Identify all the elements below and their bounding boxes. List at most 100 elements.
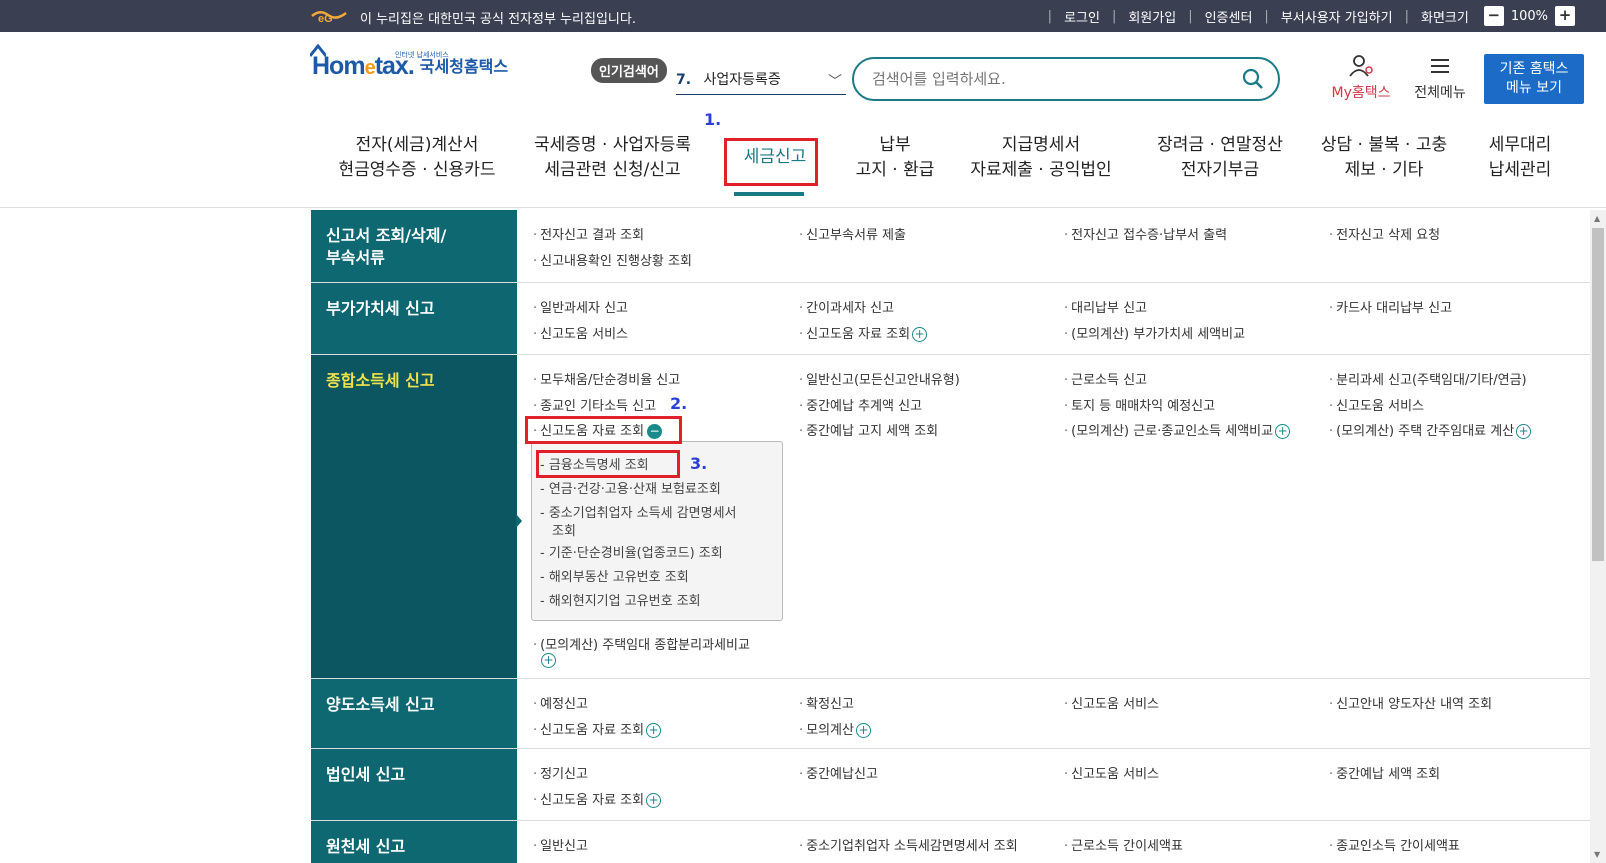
section-row: 원천세 신고 일반신고 중소기업취업자 소득세감면명세서 조회 근로소득 간이세… xyxy=(311,821,1590,863)
menu-item[interactable]: 신고도움 서비스 xyxy=(1064,693,1159,712)
search-input[interactable] xyxy=(872,70,1232,88)
logo-text-e: e xyxy=(364,57,376,79)
annotation-1: 1. xyxy=(704,110,722,129)
nav-tax-agent[interactable]: 세무대리 납세관리 xyxy=(1470,133,1570,183)
popular-search-select[interactable]: 7. 사업자등록증 ﹀ xyxy=(676,65,846,95)
old-menu-line2: 메뉴 보기 xyxy=(1506,80,1562,96)
section-title[interactable]: 법인세 신고 xyxy=(311,749,517,820)
nav-consult[interactable]: 상담 · 불복 · 고충 제보 · 기타 xyxy=(1314,133,1454,183)
submenu-item[interactable]: - 기준·단순경비율(업종코드) 조회 xyxy=(540,542,723,561)
menu-item[interactable]: (모의계산) 주택 간주임대료 계산 xyxy=(1329,424,1514,439)
menu-item[interactable]: 근로소득 신고 xyxy=(1064,369,1147,388)
menu-item[interactable]: (모의계산) 근로·종교인소득 세액비교 xyxy=(1064,424,1273,439)
section-title-active[interactable]: 종합소득세 신고 xyxy=(311,355,517,678)
menu-item[interactable]: 신고내용확인 진행상황 조회 xyxy=(533,250,692,269)
nav-incentives[interactable]: 장려금 · 연말정산 전자기부금 xyxy=(1150,133,1290,183)
menu-item[interactable]: 토지 등 매매차익 예정신고 xyxy=(1064,395,1215,414)
section-title[interactable]: 원천세 신고 xyxy=(311,821,517,863)
menu-item[interactable]: 신고도움 서비스 xyxy=(1064,763,1159,782)
all-menu-button[interactable]: 전체메뉴 xyxy=(1408,54,1472,102)
menu-item[interactable]: 신고도움 자료 조회 xyxy=(799,327,910,342)
expand-plus-icon[interactable]: + xyxy=(1275,424,1291,439)
logo-text-b: tax. xyxy=(374,52,415,80)
svg-text:eG: eG xyxy=(318,13,333,24)
egov-logo-icon: eG xyxy=(311,11,347,24)
expand-plus-icon[interactable]: + xyxy=(646,793,662,808)
expand-plus-icon[interactable]: + xyxy=(646,723,662,738)
expand-plus-icon[interactable]: + xyxy=(1516,424,1532,439)
menu-item[interactable]: 분리과세 신고(주택임대/기타/연금) xyxy=(1329,369,1526,388)
menu-item[interactable]: 신고도움 자료 조회 xyxy=(533,723,644,738)
menu-item[interactable]: 모두채움/단순경비율 신고 xyxy=(533,369,680,388)
menu-item[interactable]: 전자신고 삭제 요청 xyxy=(1329,224,1440,243)
gov-notice-bar: eG 이 누리집은 대한민국 공식 전자정부 누리집입니다. | 로그인 | 회… xyxy=(0,0,1606,32)
main-nav: 전자(세금)계산서 현금영수증 · 신용카드 국세증명 · 사업자등록 세금관련 신… xyxy=(320,133,1590,208)
login-link[interactable]: 로그인 xyxy=(1052,7,1112,26)
expand-plus-icon[interactable]: + xyxy=(855,723,871,738)
menu-item[interactable]: 신고도움 서비스 xyxy=(1329,395,1424,414)
my-hometax-label: My홈택스 xyxy=(1331,85,1391,101)
highlight-box-1 xyxy=(724,138,818,186)
hometax-logo[interactable]: Hometax. 국세청홈택스 xyxy=(310,44,509,81)
submenu-item-cont[interactable]: 조회 xyxy=(552,520,576,539)
menu-item[interactable]: 간이과세자 신고 xyxy=(799,297,894,316)
menu-item[interactable]: 중소기업취업자 소득세감면명세서 조회 xyxy=(799,835,1018,854)
menu-item[interactable]: 전자신고 결과 조회 xyxy=(533,224,644,243)
submenu-item[interactable]: - 중소기업취업자 소득세 감면명세서 xyxy=(540,502,737,521)
nav-certificates[interactable]: 국세증명 · 사업자등록 세금관련 신청/신고 xyxy=(525,133,700,183)
zoom-level: 100% xyxy=(1510,8,1548,24)
menu-item[interactable]: 모의계산 xyxy=(799,723,854,738)
section-title[interactable]: 부가가치세 신고 xyxy=(311,283,517,354)
menu-item[interactable]: (모의계산) 부가가치세 세액비교 xyxy=(1064,323,1245,342)
menu-item[interactable]: 종교인 기타소득 신고 xyxy=(533,395,656,414)
menu-item[interactable]: (모의계산) 주택임대 종합분리과세비교 xyxy=(533,634,750,653)
annotation-2: 2. xyxy=(670,394,688,413)
menu-item[interactable]: 전자신고 접수증·납부서 출력 xyxy=(1064,224,1227,243)
search-icon[interactable] xyxy=(1242,68,1264,90)
menu-item[interactable]: 신고부속서류 제출 xyxy=(799,224,906,243)
menu-item[interactable]: 신고도움 자료 조회 xyxy=(533,793,644,808)
menu-item[interactable]: 근로소득 간이세액표 xyxy=(1064,835,1183,854)
menu-item[interactable]: 일반과세자 신고 xyxy=(533,297,628,316)
logo-korean: 국세청홈택스 xyxy=(419,57,509,76)
menu-item[interactable]: 중간예납 고지 세액 조회 xyxy=(799,420,938,439)
scroll-down-icon[interactable]: ▼ xyxy=(1594,850,1600,859)
menu-item[interactable]: 중간예납 추계액 신고 xyxy=(799,395,922,414)
section-title[interactable]: 양도소득세 신고 xyxy=(311,679,517,748)
screen-size-label: 화면크기 xyxy=(1420,10,1469,26)
expand-plus-icon[interactable]: + xyxy=(541,653,556,668)
menu-item[interactable]: 중간예납 세액 조회 xyxy=(1329,763,1440,782)
scroll-up-icon[interactable]: ▲ xyxy=(1594,214,1600,223)
nav-tax-invoice[interactable]: 전자(세금)계산서 현금영수증 · 신용카드 xyxy=(332,133,502,183)
cert-center-link[interactable]: 인증센터 xyxy=(1193,7,1265,26)
page-scrollbar[interactable]: ▲ ▼ xyxy=(1590,210,1606,863)
menu-item[interactable]: 예정신고 xyxy=(533,693,588,712)
menu-item[interactable]: 신고도움 서비스 xyxy=(533,323,628,342)
menu-item[interactable]: 신고안내 양도자산 내역 조회 xyxy=(1329,693,1492,712)
old-menu-button[interactable]: 기존 홈택스 메뉴 보기 xyxy=(1484,54,1584,104)
submenu-item[interactable]: - 해외현지기업 고유번호 조회 xyxy=(540,590,701,609)
scrollbar-thumb[interactable] xyxy=(1592,228,1604,561)
nav-statements[interactable]: 지급명세서 자료제출 · 공익법인 xyxy=(966,133,1116,183)
popular-rank: 7. xyxy=(676,72,692,88)
submenu-item[interactable]: - 해외부동산 고유번호 조회 xyxy=(540,566,689,585)
menu-item[interactable]: 카드사 대리납부 신고 xyxy=(1329,297,1452,316)
zoom-out-button[interactable]: − xyxy=(1483,6,1504,26)
popular-search-badge: 인기검색어 xyxy=(591,58,667,83)
dept-user-signup-link[interactable]: 부서사용자 가입하기 xyxy=(1269,7,1405,26)
menu-item[interactable]: 확정신고 xyxy=(799,693,854,712)
zoom-in-button[interactable]: + xyxy=(1555,6,1575,26)
menu-item[interactable]: 일반신고(모든신고안내유형) xyxy=(799,369,960,388)
menu-item[interactable]: 일반신고 xyxy=(533,835,588,854)
menu-item[interactable]: 중간예납신고 xyxy=(799,763,878,782)
signup-link[interactable]: 회원가입 xyxy=(1116,7,1188,26)
submenu-item[interactable]: - 연금·건강·고용·산재 보험료조회 xyxy=(540,478,721,497)
my-hometax-button[interactable]: My홈택스 xyxy=(1326,54,1396,102)
nav-payment[interactable]: 납부 고지 · 환급 xyxy=(840,133,950,183)
menu-item[interactable]: 종교인소득 간이세액표 xyxy=(1329,835,1460,854)
hamburger-icon xyxy=(1431,59,1449,73)
section-title[interactable]: 신고서 조회/삭제/ 부속서류 xyxy=(311,210,517,282)
menu-item[interactable]: 정기신고 xyxy=(533,763,588,782)
menu-item[interactable]: 대리납부 신고 xyxy=(1064,297,1147,316)
expand-plus-icon[interactable]: + xyxy=(912,327,928,342)
